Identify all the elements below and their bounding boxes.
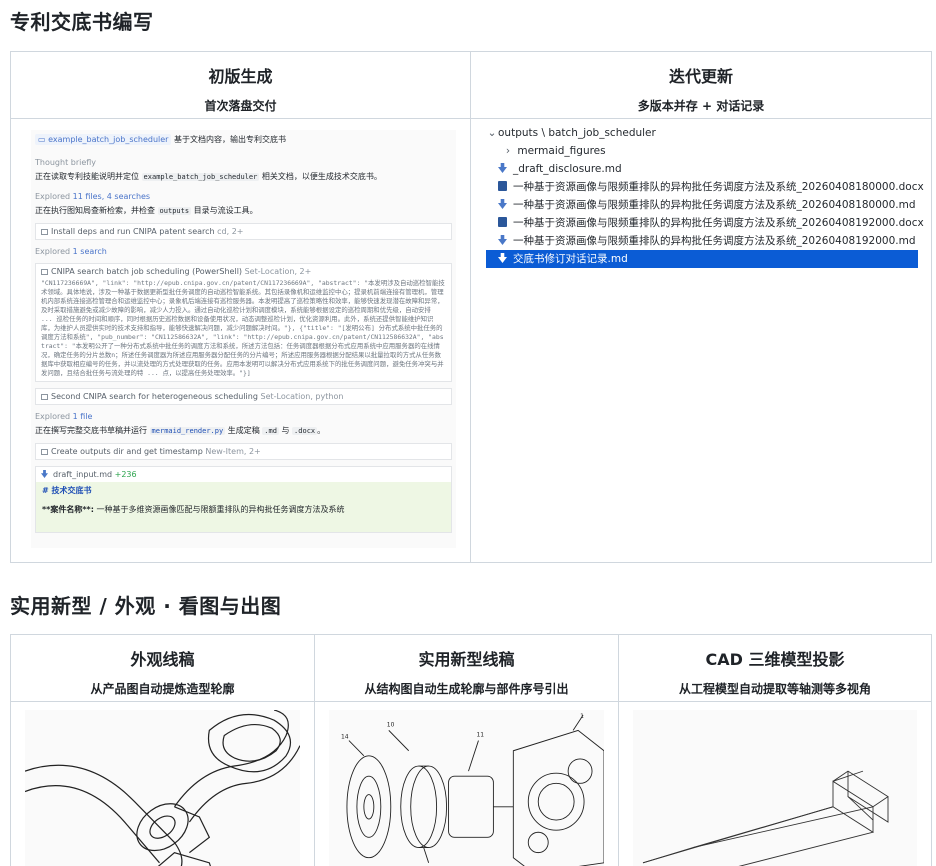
design-lineart-column: 外观线稿 从产品图自动提炼造型轮廓: [11, 635, 315, 866]
diff-body: # 技术交底书 **案件名称**: 一种基于多维资源画像匹配与限额重排队的异构批…: [36, 482, 451, 532]
tool-output: "CN117236669A", "link": "http://epub.cni…: [41, 279, 445, 377]
terminal-icon: [41, 394, 48, 400]
diff-header: draft_input.md +236: [36, 467, 451, 482]
section-title-drawings: 实用新型 / 外观 · 看图与出图: [10, 594, 282, 618]
explorer-item-file[interactable]: _draft_disclosure.md: [486, 160, 918, 178]
cad-projection-image: [633, 710, 917, 866]
agent-chat-screenshot: ▭ example_batch_job_scheduler 基于文档内容，输出专…: [31, 130, 456, 548]
column-subheading: 从结构图自动生成轮廓与部件序号引出: [364, 682, 569, 696]
tool-call-cnipa-search[interactable]: CNIPA search batch job scheduling (Power…: [35, 263, 452, 382]
explored-label[interactable]: Explored 1 search: [35, 246, 452, 257]
column-subheading: 首次落盘交付: [204, 99, 277, 113]
terminal-icon: [41, 269, 48, 275]
column-heading: 迭代更新: [668, 67, 733, 86]
column-header: 迭代更新 多版本并存 + 对话记录: [471, 52, 931, 119]
utility-lineart-column: 实用新型线稿 从结构图自动生成轮廓与部件序号引出 14 10 11 1: [315, 635, 619, 866]
thought-label[interactable]: Thought briefly: [35, 157, 452, 168]
column-header: CAD 三维模型投影 从工程模型自动提取等轴测等多视角: [619, 635, 931, 702]
skill-text: 基于文档内容，输出专利交底书: [174, 135, 287, 144]
thought-row: Thought briefly 正在读取专利技能说明并定位 example_ba…: [35, 157, 452, 183]
chevron-down-icon: ⌄: [487, 127, 497, 139]
explorer-root-folder[interactable]: ⌄ outputs \ batch_job_scheduler: [486, 124, 918, 142]
patent-comparison-table: 初版生成 首次落盘交付 ▭ example_batch_job_schedule…: [10, 51, 932, 563]
column-subheading: 从工程模型自动提取等轴测等多视角: [678, 682, 871, 696]
file-explorer: ⌄ outputs \ batch_job_scheduler › mermaid…: [486, 124, 924, 268]
explored-row: Explored 1 file 正在撰写完整交底书草稿并运行 mermaid_r…: [35, 411, 452, 437]
isometric-wireframe-drawing: [642, 770, 889, 866]
svg-text:10: 10: [387, 721, 395, 728]
file-diff[interactable]: draft_input.md +236 # 技术交底书 **案件名称**: 一种…: [35, 466, 452, 533]
drawing-comparison-table: 外观线稿 从产品图自动提炼造型轮廓 实用新型线稿 从结构图自动生成轮廓与部件序号…: [10, 634, 932, 866]
column-heading: 初版生成: [208, 67, 273, 86]
exploded-assembly-drawing: 1410111: [341, 713, 604, 866]
explorer-item-file[interactable]: 一种基于资源画像与限频重排队的异构批任务调度方法及系统_202604081800…: [486, 178, 924, 196]
design-lineart-image: [25, 710, 300, 866]
explored-row: Explored 11 files, 4 searches 正在执行图知局查新检…: [35, 191, 452, 217]
word-file-icon: [498, 181, 507, 191]
word-file-icon: [498, 217, 507, 227]
tool-call-install[interactable]: Install deps and run CNIPA patent search…: [35, 223, 452, 240]
explored-label[interactable]: Explored 1 file: [35, 411, 452, 422]
column-header: 实用新型线稿 从结构图自动生成轮廓与部件序号引出: [315, 635, 618, 702]
agent-message: 正在执行图知局查新检索，并检查 outputs 目录与流设工具。: [35, 206, 258, 215]
agent-message: 正在撰写完整交底书草稿并运行 mermaid_render.py 生成定稿 .m…: [35, 426, 326, 435]
section-title-patent: 专利交底书编写: [10, 10, 154, 34]
explorer-item-folder[interactable]: › mermaid_figures: [486, 142, 918, 160]
explorer-item-file[interactable]: 一种基于资源画像与限频重排队的异构批任务调度方法及系统_202604081800…: [486, 196, 918, 214]
markdown-file-icon: [498, 235, 507, 245]
svg-text:11: 11: [476, 731, 484, 738]
terminal-icon: [41, 229, 48, 235]
column-subheading: 从产品图自动提炼造型轮廓: [90, 682, 235, 696]
markdown-file-icon: [498, 253, 507, 263]
svg-text:1: 1: [580, 713, 584, 720]
agent-message: 正在读取专利技能说明并定位 example_batch_job_schedule…: [35, 172, 382, 181]
column-heading: CAD 三维模型投影: [705, 650, 845, 669]
utility-lineart-image: 14 10 11 1: [329, 710, 604, 866]
initial-generation-column: 初版生成 首次落盘交付 ▭ example_batch_job_schedule…: [11, 52, 471, 562]
tool-call-second-search[interactable]: Second CNIPA search for heterogeneous sc…: [35, 388, 452, 405]
column-subheading: 多版本并存 + 对话记录: [637, 99, 765, 113]
explorer-item-file[interactable]: 一种基于资源画像与限频重排队的异构批任务调度方法及系统_202604081920…: [486, 232, 918, 250]
skill-row: ▭ example_batch_job_scheduler 基于文档内容，输出专…: [35, 134, 452, 145]
terminal-icon: [41, 449, 48, 455]
column-heading: 实用新型线稿: [418, 650, 515, 669]
markdown-file-icon: [498, 163, 507, 173]
column-header: 初版生成 首次落盘交付: [11, 52, 470, 119]
skill-chip[interactable]: ▭ example_batch_job_scheduler: [35, 134, 172, 145]
cad-projection-column: CAD 三维模型投影 从工程模型自动提取等轴测等多视角: [619, 635, 931, 866]
explored-label[interactable]: Explored 11 files, 4 searches: [35, 191, 452, 202]
chevron-right-icon: ›: [505, 145, 511, 157]
explorer-item-file-selected[interactable]: 交底书修订对话记录.md: [486, 250, 918, 268]
markdown-file-icon: [41, 470, 48, 478]
svg-text:14: 14: [341, 733, 349, 740]
product-outline-drawing: [25, 710, 300, 866]
markdown-file-icon: [498, 199, 507, 209]
column-heading: 外观线稿: [130, 650, 195, 669]
iterative-update-column: 迭代更新 多版本并存 + 对话记录 ⌄ outputs \ batch_job_s…: [471, 52, 931, 562]
tool-call-create-outputs[interactable]: Create outputs dir and get timestamp New…: [35, 443, 452, 460]
column-header: 外观线稿 从产品图自动提炼造型轮廓: [11, 635, 314, 702]
explorer-item-file[interactable]: 一种基于资源画像与限频重排队的异构批任务调度方法及系统_202604081920…: [486, 214, 924, 232]
